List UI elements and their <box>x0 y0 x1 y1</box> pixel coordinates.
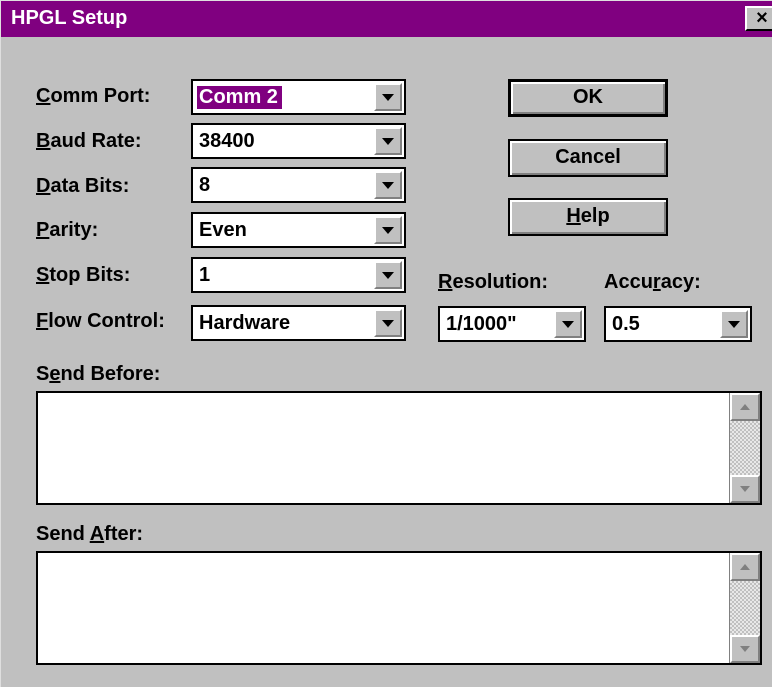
parity-value: Even <box>199 219 247 241</box>
cancel-button[interactable]: Cancel <box>508 139 668 177</box>
stop-bits-label: Stop Bits: <box>36 264 131 286</box>
comm-port-label: Comm Port: <box>36 85 151 107</box>
flow-control-value: Hardware <box>199 312 291 334</box>
send-after-textarea[interactable] <box>36 551 762 665</box>
stop-bits-value: 1 <box>199 264 211 286</box>
window-title: HPGL Setup <box>11 7 128 29</box>
send-before-label: Send Before: <box>36 363 161 385</box>
accuracy-label: Accuracy: <box>604 271 701 293</box>
scroll-down-arrow-icon[interactable] <box>730 635 760 663</box>
comm-port-select[interactable]: Comm 2 <box>191 79 406 115</box>
resolution-value: 1/1000" <box>446 313 517 335</box>
data-bits-select[interactable]: 8 <box>191 167 406 203</box>
chevron-down-icon[interactable] <box>374 309 402 337</box>
chevron-down-icon[interactable] <box>554 310 582 338</box>
send-before-scrollbar[interactable] <box>729 393 760 503</box>
chevron-down-icon[interactable] <box>374 83 402 111</box>
close-button[interactable]: × <box>745 6 772 31</box>
parity-label: Parity: <box>36 219 99 241</box>
help-button[interactable]: Help <box>508 198 668 236</box>
close-icon: × <box>756 7 768 29</box>
accuracy-select[interactable]: 0.5 <box>604 306 752 342</box>
chevron-down-icon[interactable] <box>374 127 402 155</box>
send-after-scrollbar[interactable] <box>729 553 760 663</box>
resolution-label: Resolution: <box>438 271 548 293</box>
ok-button[interactable]: OK <box>508 79 668 117</box>
baud-rate-select[interactable]: 38400 <box>191 123 406 159</box>
data-bits-label: Data Bits: <box>36 175 130 197</box>
hpgl-setup-dialog: HPGL Setup × Comm Port: Comm 2 Baud Rate… <box>0 0 772 687</box>
flow-control-label: Flow Control: <box>36 310 165 332</box>
stop-bits-select[interactable]: 1 <box>191 257 406 293</box>
scroll-up-arrow-icon[interactable] <box>730 393 760 421</box>
resolution-select[interactable]: 1/1000" <box>438 306 586 342</box>
title-bar[interactable]: HPGL Setup × <box>1 1 772 37</box>
data-bits-value: 8 <box>199 174 211 196</box>
scroll-up-arrow-icon[interactable] <box>730 553 760 581</box>
baud-rate-label: Baud Rate: <box>36 130 142 152</box>
chevron-down-icon[interactable] <box>374 216 402 244</box>
send-before-textarea[interactable] <box>36 391 762 505</box>
comm-port-value: Comm 2 <box>196 85 283 110</box>
chevron-down-icon[interactable] <box>374 261 402 289</box>
send-after-label: Send After: <box>36 523 144 545</box>
scroll-down-arrow-icon[interactable] <box>730 475 760 503</box>
baud-rate-value: 38400 <box>199 130 255 152</box>
flow-control-select[interactable]: Hardware <box>191 305 406 341</box>
accuracy-value: 0.5 <box>612 313 640 335</box>
parity-select[interactable]: Even <box>191 212 406 248</box>
chevron-down-icon[interactable] <box>374 171 402 199</box>
chevron-down-icon[interactable] <box>720 310 748 338</box>
